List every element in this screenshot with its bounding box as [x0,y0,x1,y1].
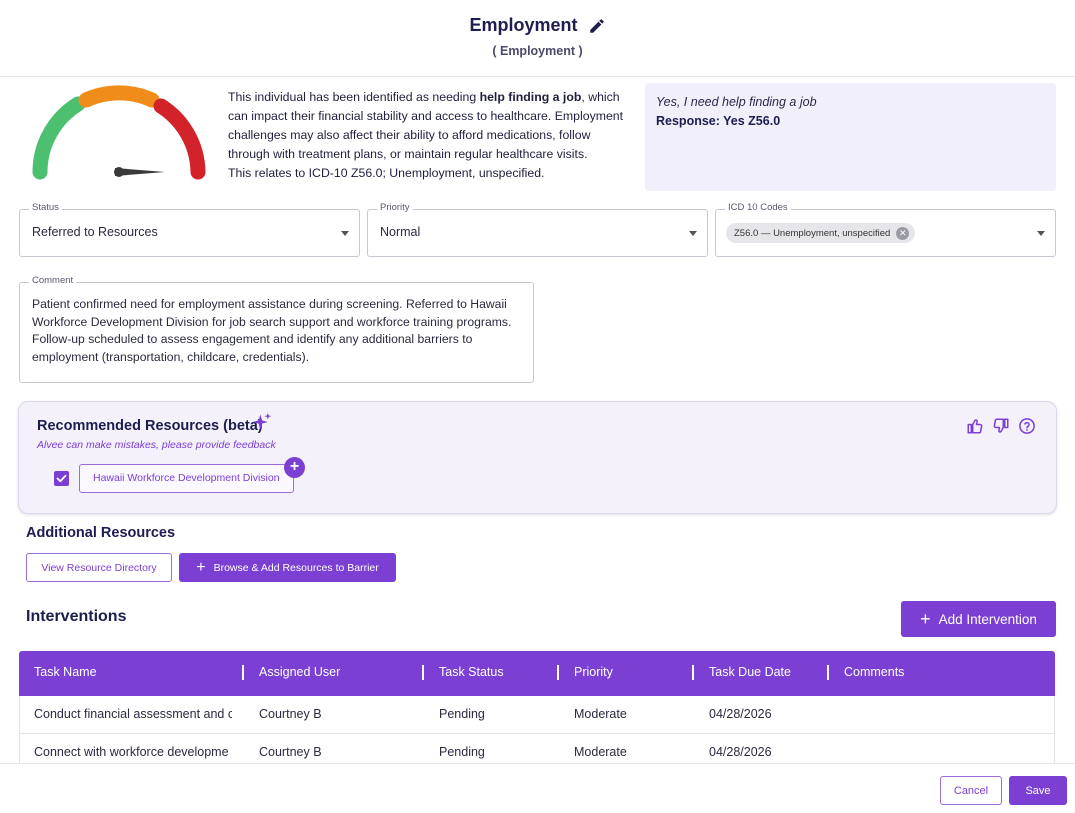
interventions-title: Interventions [26,608,127,625]
cell-task-name: Connect with workforce developme [34,745,229,759]
table-row[interactable]: Conduct financial assessment and c Court… [19,696,1055,734]
cell-task-status: Pending [439,707,485,721]
gauge-segment-orange [78,85,160,108]
chevron-down-icon [341,231,349,236]
interventions-table: Task Name Assigned User Task Status Prio… [19,651,1055,772]
cancel-button[interactable]: Cancel [940,776,1002,805]
cancel-label: Cancel [953,784,989,797]
gauge-needle-hub [114,167,124,177]
priority-select[interactable]: Priority Normal [367,202,708,257]
save-label: Save [1025,784,1051,797]
recommended-resource-chip[interactable]: Hawaii Workforce Development Division [79,464,294,493]
icd-reference: This relates to ICD-10 Z56.0; Unemployme… [228,166,545,180]
icd-codes-label: ICD 10 Codes [725,202,791,213]
thumbs-up-icon[interactable] [966,417,984,435]
cell-task-status: Pending [439,745,485,759]
barrier-description: This individual has been identified as n… [228,88,633,183]
cell-due-date: 04/28/2026 [709,745,772,759]
comment-label: Comment [29,275,77,286]
feedback-icons [966,417,1036,435]
footer-bar: Cancel Save [0,763,1075,813]
add-intervention-button[interactable]: + Add Intervention [901,601,1056,637]
icd-code-chip-label: Z56.0 — Unemployment, unspecified [734,227,891,239]
add-intervention-label: Add Intervention [938,611,1037,627]
title-row: Employment [0,15,1075,36]
additional-resources-title: Additional Resources [26,525,176,541]
gauge-segment-green [32,96,86,180]
sparkle-icon [252,412,272,430]
view-resource-directory-button[interactable]: View Resource Directory [26,553,172,582]
recommended-resources-panel: Recommended Resources (beta) Alvee can m… [18,401,1057,514]
cell-due-date: 04/28/2026 [709,707,772,721]
view-resource-directory-label: View Resource Directory [41,561,157,574]
recommended-resources-title: Recommended Resources (beta) [37,418,263,434]
gauge-segment-red [153,98,206,180]
risk-gauge [32,85,206,180]
column-resize-handle[interactable] [827,665,829,680]
chevron-down-icon [1037,231,1045,236]
description-text: This individual has been identified as n… [228,90,480,104]
browse-add-resources-label: Browse & Add Resources to Barrier [213,561,379,574]
icd-codes-select[interactable]: ICD 10 Codes Z56.0 — Unemployment, unspe… [715,202,1056,257]
description-highlight: help finding a job [479,90,582,104]
response-question: Yes, I need help finding a job [656,95,817,109]
save-button[interactable]: Save [1009,776,1067,805]
status-label: Status [29,202,62,213]
page-title: Employment [469,15,578,35]
status-select[interactable]: Status Referred to Resources [19,202,360,257]
comment-field[interactable]: Comment Patient confirmed need for emplo… [19,275,534,383]
remove-chip-icon[interactable]: ✕ [896,226,910,240]
column-resize-handle[interactable] [692,665,694,680]
thumbs-down-icon[interactable] [992,417,1010,435]
page-subtitle: ( Employment ) [492,44,583,58]
status-value: Referred to Resources [32,225,158,239]
plus-icon: + [920,609,931,629]
cell-task-name: Conduct financial assessment and c [34,707,232,721]
browse-add-resources-button[interactable]: + Browse & Add Resources to Barrier [179,553,396,582]
column-header-task-due-date[interactable]: Task Due Date [709,665,791,679]
column-resize-handle[interactable] [557,665,559,680]
ai-disclaimer: Alvee can make mistakes, please provide … [37,439,276,451]
response-answer: Response: Yes Z56.0 [656,114,781,128]
plus-icon: + [196,558,206,576]
screening-response: Yes, I need help finding a job Response:… [645,83,1056,191]
column-resize-handle[interactable] [422,665,424,680]
priority-value: Normal [380,225,421,239]
cell-assigned-user: Courtney B [259,745,322,759]
cell-assigned-user: Courtney B [259,707,322,721]
icd-code-chip: Z56.0 — Unemployment, unspecified ✕ [726,223,916,243]
column-header-comments[interactable]: Comments [844,665,904,679]
column-header-assigned-user[interactable]: Assigned User [259,665,340,679]
priority-label: Priority [377,202,413,213]
column-header-task-name[interactable]: Task Name [34,665,97,679]
cell-priority: Moderate [574,745,627,759]
chevron-down-icon [689,231,697,236]
cell-priority: Moderate [574,707,627,721]
comment-text[interactable]: Patient confirmed need for employment as… [32,296,527,367]
help-icon[interactable] [1018,417,1036,435]
page-header: Employment ( Employment ) [0,0,1075,77]
column-header-task-status[interactable]: Task Status [439,665,504,679]
table-header: Task Name Assigned User Task Status Prio… [19,651,1055,696]
pencil-icon[interactable] [588,17,606,35]
column-header-priority[interactable]: Priority [574,665,613,679]
add-resource-plus-icon[interactable]: + [284,457,305,478]
resource-checkbox[interactable] [54,471,69,486]
column-resize-handle[interactable] [242,665,244,680]
